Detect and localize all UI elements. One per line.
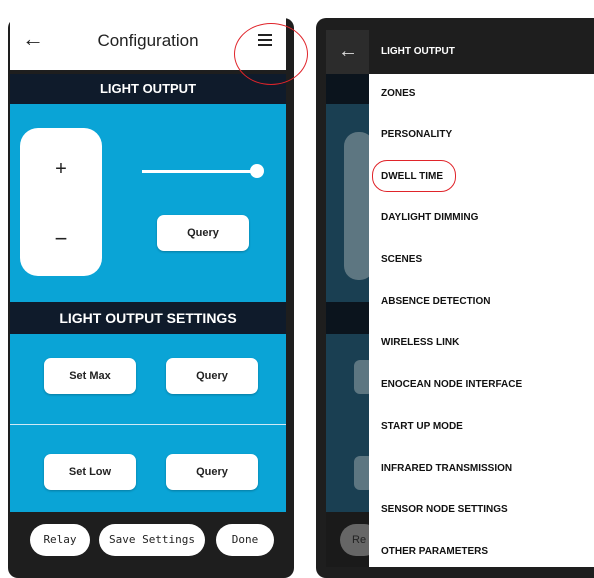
menu-item-absence-detection[interactable]: ABSENCE DETECTION: [381, 296, 490, 307]
query-max-button[interactable]: Query: [166, 358, 258, 394]
menu-item-sensor-node-settings[interactable]: SENSOR NODE SETTINGS: [381, 504, 508, 515]
brightness-stepper: + −: [20, 128, 102, 276]
dimmed-panel: [326, 104, 374, 302]
set-max-button[interactable]: Set Max: [44, 358, 136, 394]
back-arrow-icon: ←: [338, 40, 358, 62]
done-button[interactable]: Done: [216, 524, 274, 556]
menu-item-scenes[interactable]: SCENES: [381, 254, 422, 265]
increase-button[interactable]: +: [20, 158, 102, 181]
dimmed-settings-panel: [326, 334, 374, 512]
dimmed-bottom-bar: Re: [326, 512, 380, 567]
light-output-heading: LIGHT OUTPUT: [10, 74, 286, 104]
menu-item-personality[interactable]: PERSONALITY: [381, 129, 452, 140]
menu-item-wireless-link[interactable]: WIRELESS LINK: [381, 337, 459, 348]
relay-button[interactable]: Relay: [30, 524, 90, 556]
light-output-settings-heading: LIGHT OUTPUT SETTINGS: [10, 302, 286, 334]
menu-item-other-parameters[interactable]: OTHER PARAMETERS: [381, 546, 488, 557]
save-settings-button[interactable]: Save Settings: [99, 524, 205, 556]
light-level-slider-thumb[interactable]: [250, 164, 264, 178]
peek-label: Re: [352, 534, 367, 546]
menu-item-daylight-dimming[interactable]: DAYLIGHT DIMMING: [381, 212, 478, 223]
dwell-time-highlight-circle: [372, 160, 456, 192]
menu-item-infrared-transmission[interactable]: INFRARED TRANSMISSION: [381, 463, 512, 474]
drawer-header[interactable]: LIGHT OUTPUT: [369, 30, 594, 74]
set-low-button[interactable]: Set Low: [44, 454, 136, 490]
dimmed-band-2: [326, 302, 369, 334]
dimmed-band: [326, 74, 369, 104]
hamburger-highlight-circle: [234, 23, 308, 85]
menu-item-start-up-mode[interactable]: START UP MODE: [381, 421, 463, 432]
query-light-output-button[interactable]: Query: [157, 215, 249, 251]
menu-item-enocean-node-interface[interactable]: ENOCEAN NODE INTERFACE: [381, 379, 522, 390]
decrease-button[interactable]: −: [20, 226, 102, 252]
query-low-button[interactable]: Query: [166, 454, 258, 490]
section-divider: [10, 424, 286, 425]
dimmed-app-bar: ←: [326, 30, 369, 74]
light-level-slider-track[interactable]: [142, 170, 258, 173]
menu-item-zones[interactable]: ZONES: [381, 88, 415, 99]
navigation-drawer: LIGHT OUTPUT ZONES PERSONALITY DWELL TIM…: [369, 30, 594, 567]
